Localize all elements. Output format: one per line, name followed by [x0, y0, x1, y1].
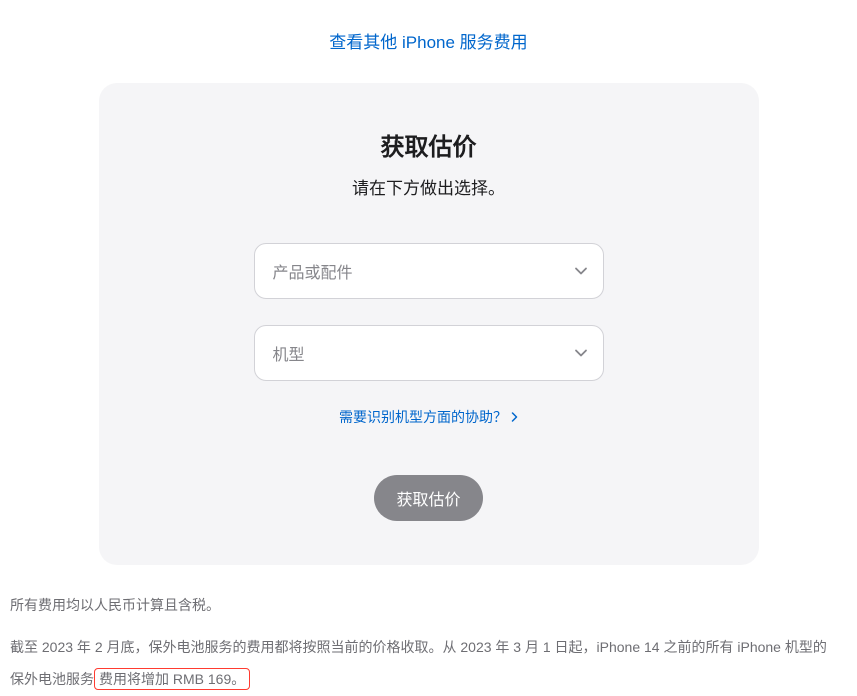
- get-estimate-button[interactable]: 获取估价: [374, 475, 482, 521]
- chevron-right-icon: [511, 412, 518, 422]
- footnote-tax: 所有费用均以人民币计算且含税。: [10, 589, 840, 621]
- help-link-text: 需要识别机型方面的协助？: [339, 407, 507, 427]
- estimate-card: 获取估价 请在下方做出选择。 产品或配件 机型 需要识别机型方面的协助？ 获取估…: [99, 83, 759, 565]
- card-subtitle: 请在下方做出选择。: [139, 174, 719, 199]
- model-select-wrap: 机型: [254, 325, 604, 381]
- product-select-label: 产品或配件: [273, 259, 353, 283]
- price-highlight: 费用将增加 RMB 169。: [94, 668, 250, 690]
- footnote-price-change: 截至 2023 年 2 月底，保外电池服务的费用都将按照当前的价格收取。从 20…: [10, 631, 840, 695]
- model-select[interactable]: 机型: [254, 325, 604, 381]
- card-title: 获取估价: [139, 127, 719, 162]
- footnotes: 所有费用均以人民币计算且含税。 截至 2023 年 2 月底，保外电池服务的费用…: [10, 589, 840, 696]
- identify-model-link[interactable]: 需要识别机型方面的协助？: [339, 407, 518, 427]
- model-select-label: 机型: [273, 341, 305, 365]
- product-select-wrap: 产品或配件: [254, 243, 604, 299]
- other-services-link[interactable]: 查看其他 iPhone 服务费用: [0, 0, 857, 83]
- product-select[interactable]: 产品或配件: [254, 243, 604, 299]
